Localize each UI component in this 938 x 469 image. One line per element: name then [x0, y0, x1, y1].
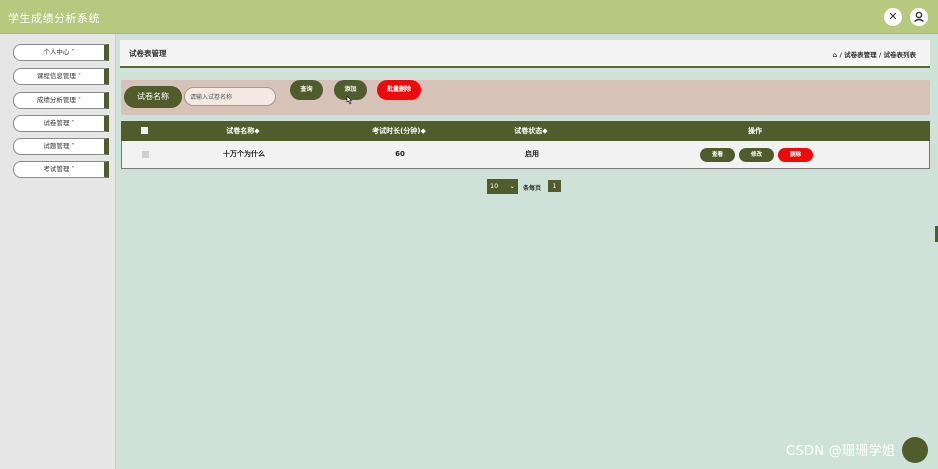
user-icon[interactable]: [910, 8, 928, 26]
top-bar: 学生成绩分析系统 ✕: [0, 0, 938, 34]
select-all-checkbox[interactable]: [141, 127, 148, 134]
search-input[interactable]: 请输入试卷名称: [184, 87, 276, 106]
sidebar-item-paper-management[interactable]: 试卷管理 ˅: [13, 115, 109, 132]
sidebar-item-question-management[interactable]: 试题管理 ˅: [13, 138, 109, 155]
close-circle-icon[interactable]: ✕: [884, 8, 902, 26]
edit-button[interactable]: 修改: [739, 148, 774, 162]
content-header: 试卷表管理 ⌂ / 试卷表管理 / 试卷表列表: [120, 40, 930, 68]
chevron-down-icon: ⌄: [509, 182, 515, 190]
table-header: 试卷名称◆ 考试时长(分钟)◆ 试卷状态◆ 操作: [121, 121, 930, 141]
column-header-name[interactable]: 试卷名称◆: [226, 121, 259, 141]
avatar: [902, 437, 928, 463]
search-label: 试卷名称: [124, 86, 182, 108]
sidebar-item-exam-management[interactable]: 考试管理 ˅: [13, 161, 109, 178]
current-page-button[interactable]: 1: [548, 180, 561, 192]
batch-delete-button[interactable]: 批量删除: [377, 80, 421, 100]
column-header-actions: 操作: [748, 127, 762, 135]
cell-duration: 60: [395, 150, 405, 158]
delete-button[interactable]: 删除: [778, 148, 813, 162]
page-size-select[interactable]: 10 ⌄: [487, 179, 518, 194]
sidebar-item-grade-analysis[interactable]: 成绩分析管理 ˅: [13, 92, 109, 109]
sidebar-item-personal-center[interactable]: 个人中心 ˅: [13, 44, 109, 61]
watermark: CSDN @珊珊学姐: [786, 444, 896, 459]
page-size-value: 10: [490, 182, 499, 190]
cell-paper-name: 十万个为什么: [223, 150, 265, 158]
row-checkbox[interactable]: [142, 151, 149, 158]
cell-status: 启用: [525, 150, 539, 158]
sidebar-item-course-info[interactable]: 课程信息管理 ˅: [13, 68, 109, 85]
page-title: 试卷表管理: [129, 49, 167, 58]
per-page-label: 条每页: [523, 185, 542, 192]
sidebar: 个人中心 ˅ 课程信息管理 ˅ 成绩分析管理 ˅ 试卷管理 ˅ 试题管理 ˅ 考…: [0, 34, 116, 469]
column-header-status[interactable]: 试卷状态◆: [514, 121, 547, 141]
app-title: 学生成绩分析系统: [8, 12, 100, 25]
mouse-cursor-icon: [346, 96, 353, 105]
query-button[interactable]: 查询: [290, 80, 323, 100]
search-bar: 试卷名称 请输入试卷名称 查询 添加 批量删除: [121, 80, 930, 115]
breadcrumb[interactable]: ⌂ / 试卷表管理 / 试卷表列表: [833, 49, 916, 59]
column-header-duration[interactable]: 考试时长(分钟)◆: [372, 121, 426, 141]
table-row: 十万个为什么 60 启用 查看 修改 删除: [121, 141, 930, 169]
view-button[interactable]: 查看: [700, 148, 735, 162]
